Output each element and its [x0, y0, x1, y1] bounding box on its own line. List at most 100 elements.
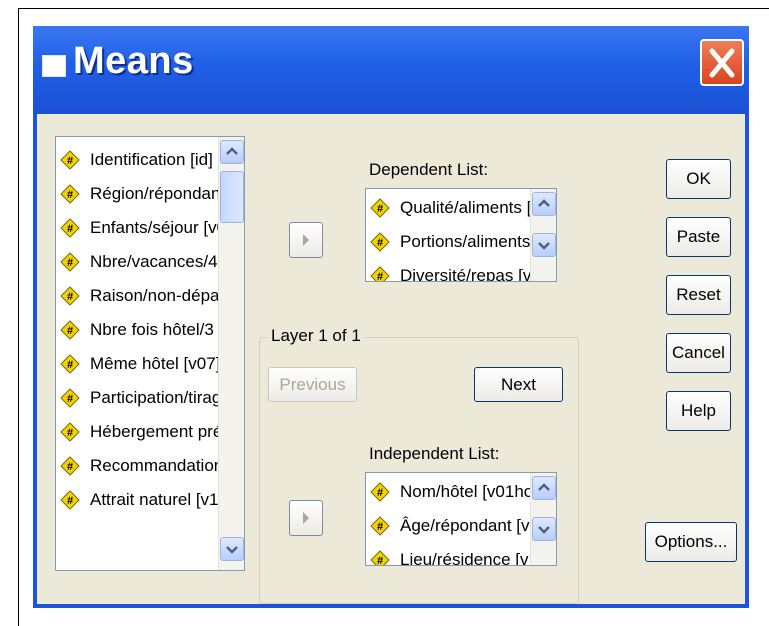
variable-label: Enfants/séjour [v0 — [90, 218, 227, 237]
variable-label: Nom/hôtel [v01hot — [400, 482, 538, 501]
variable-item[interactable]: # Attrait naturel [v11 — [56, 483, 244, 513]
scroll-down-button[interactable] — [532, 233, 556, 257]
variable-item[interactable]: # Âge/répondant [v5 — [366, 509, 556, 543]
close-icon — [709, 48, 735, 78]
variable-label: Lieu/résidence [v — [400, 550, 529, 566]
svg-text:#: # — [67, 189, 73, 201]
chevron-down-icon — [538, 526, 550, 534]
scale-variable-icon: # — [60, 218, 80, 238]
svg-text:#: # — [67, 461, 73, 473]
svg-text:#: # — [377, 555, 383, 566]
close-button[interactable] — [700, 39, 744, 86]
move-to-dependent-button[interactable] — [289, 222, 323, 258]
move-right-arrow-icon — [303, 512, 309, 524]
variable-item[interactable]: # Qualité/aliments [v — [366, 191, 556, 225]
svg-text:#: # — [67, 155, 73, 167]
scroll-down-button[interactable] — [532, 517, 556, 541]
dependent-list[interactable]: # Qualité/aliments [v # Portions/aliments |… — [365, 188, 557, 282]
scroll-up-button[interactable] — [220, 140, 244, 164]
scale-variable-icon: # — [60, 320, 80, 340]
chevron-up-icon — [538, 199, 550, 207]
variable-item[interactable]: # Identification [id] — [56, 143, 244, 177]
scale-variable-icon: # — [370, 550, 390, 566]
variable-item[interactable]: # Lieu/résidence [v — [366, 543, 556, 566]
title-bar[interactable]: Means — [33, 26, 749, 114]
variable-item[interactable]: # Même hôtel [v07] — [56, 347, 244, 381]
chevron-up-icon — [226, 147, 238, 155]
cancel-button[interactable]: Cancel — [666, 333, 731, 373]
ok-button[interactable]: OK — [666, 159, 731, 199]
variable-label: Même hôtel [v07] — [90, 354, 221, 373]
variable-label: Recommandation/ — [90, 456, 228, 475]
variable-label: Attrait naturel [v11 — [90, 490, 227, 509]
chevron-down-icon — [538, 242, 550, 250]
dependent-scrollbar[interactable] — [530, 189, 556, 281]
svg-text:#: # — [67, 359, 73, 371]
dependent-list-label: Dependent List: — [369, 160, 489, 179]
move-to-independent-button[interactable] — [289, 500, 323, 536]
source-variable-list[interactable]: # Identification [id] # Région/répondant # En… — [55, 136, 245, 571]
variable-item[interactable]: # Participation/tirage — [56, 381, 244, 415]
paste-button[interactable]: Paste — [666, 217, 731, 257]
variable-item[interactable]: # Région/répondant — [56, 177, 244, 211]
variable-label: Participation/tirage — [90, 388, 231, 407]
variable-label: Âge/répondant [v5 — [400, 516, 539, 535]
svg-text:#: # — [67, 495, 73, 507]
move-right-arrow-icon — [303, 234, 309, 246]
variable-item[interactable]: # Raison/non-dépar — [56, 279, 244, 313]
scale-variable-icon: # — [370, 266, 390, 282]
variable-label: Identification [id] — [90, 150, 213, 169]
layer-caption: Layer 1 of 1 — [268, 326, 364, 346]
scale-variable-icon: # — [60, 388, 80, 408]
svg-text:#: # — [377, 237, 383, 249]
svg-text:#: # — [377, 487, 383, 499]
scale-variable-icon: # — [370, 482, 390, 502]
svg-text:#: # — [67, 325, 73, 337]
options-button[interactable]: Options... — [645, 522, 737, 562]
dialog-body: # Identification [id] # Région/répondant # En… — [37, 114, 745, 604]
variable-label: Diversité/repas [v — [400, 266, 532, 282]
dialog-title: Means — [73, 40, 194, 82]
independent-list-label: Independent List: — [369, 444, 500, 463]
svg-text:#: # — [67, 257, 73, 269]
variable-label: Région/répondant — [90, 184, 226, 203]
variable-item[interactable]: # Enfants/séjour [v0 — [56, 211, 244, 245]
variable-item[interactable]: # Portions/aliments | — [366, 225, 556, 259]
variable-item[interactable]: # Nom/hôtel [v01hot — [366, 475, 556, 509]
scale-variable-icon: # — [60, 422, 80, 442]
variable-label: Hébergement préf — [90, 422, 228, 441]
next-button[interactable]: Next — [474, 367, 563, 402]
svg-text:#: # — [67, 223, 73, 235]
window-icon — [42, 55, 66, 77]
svg-text:#: # — [67, 427, 73, 439]
svg-text:#: # — [67, 393, 73, 405]
chevron-down-icon — [226, 546, 238, 554]
svg-text:#: # — [377, 521, 383, 533]
scale-variable-icon: # — [370, 516, 390, 536]
variable-item[interactable]: # Recommandation/ — [56, 449, 244, 483]
variable-item[interactable]: # Hébergement préf — [56, 415, 244, 449]
scale-variable-icon: # — [60, 286, 80, 306]
reset-button[interactable]: Reset — [666, 275, 731, 315]
variable-item[interactable]: # Nbre/vacances/4 — [56, 245, 244, 279]
scale-variable-icon: # — [60, 184, 80, 204]
scale-variable-icon: # — [370, 232, 390, 252]
source-scrollbar[interactable] — [218, 137, 244, 570]
scroll-down-button[interactable] — [220, 537, 244, 561]
scroll-thumb[interactable] — [220, 171, 244, 223]
scale-variable-icon: # — [60, 354, 80, 374]
independent-scrollbar[interactable] — [530, 473, 556, 565]
svg-text:#: # — [377, 271, 383, 282]
variable-label: Portions/aliments | — [400, 232, 540, 251]
variable-label: Nbre/vacances/4 — [90, 252, 218, 271]
variable-label: Qualité/aliments [v — [400, 198, 540, 217]
independent-list[interactable]: # Nom/hôtel [v01hot # Âge/répondant [v5 # Lie… — [365, 472, 557, 566]
scale-variable-icon: # — [60, 252, 80, 272]
help-button[interactable]: Help — [666, 391, 731, 431]
variable-label: Nbre fois hôtel/3 c — [90, 320, 228, 339]
scroll-up-button[interactable] — [532, 192, 556, 216]
previous-button[interactable]: Previous — [268, 367, 357, 402]
variable-item[interactable]: # Diversité/repas [v — [366, 259, 556, 282]
variable-item[interactable]: # Nbre fois hôtel/3 c — [56, 313, 244, 347]
scroll-up-button[interactable] — [532, 476, 556, 500]
